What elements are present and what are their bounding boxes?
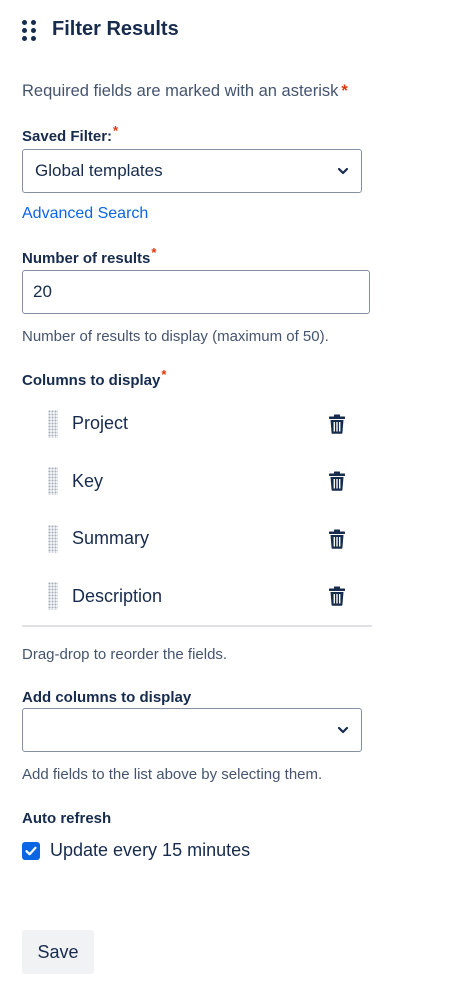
drag-handle-icon[interactable] [48,409,58,438]
panel-header: Filter Results [22,18,179,41]
column-item-summary[interactable]: Summary [22,510,372,568]
column-item-description[interactable]: Description [22,568,372,626]
columns-list: Project Key Summary Description [22,395,372,625]
drag-grip-icon[interactable] [22,19,36,41]
saved-filter-value: Global templates [35,161,163,180]
saved-filter-select[interactable]: Global templates [22,149,362,193]
saved-filter-label-text: Saved Filter: [22,128,113,145]
trash-icon[interactable] [328,586,346,607]
number-of-results-label-text: Number of results [22,250,151,267]
column-item-project[interactable]: Project [22,395,372,453]
column-name: Project [72,413,129,434]
column-name: Summary [72,528,150,549]
save-button[interactable]: Save [22,930,94,974]
required-asterisk: * [113,123,119,138]
auto-refresh-checkbox[interactable] [22,841,40,860]
drag-handle-icon[interactable] [48,467,58,496]
auto-refresh-option: Update every 15 minutes [22,840,250,861]
auto-refresh-label: Auto refresh [22,810,112,827]
checkmark-icon [25,846,37,855]
trash-icon[interactable] [328,414,346,434]
add-columns-select[interactable] [22,708,362,752]
required-note-text: Required fields are marked with an aster… [22,82,339,100]
chevron-down-icon [337,726,349,734]
add-columns-help: Add fields to the list above by selectin… [22,766,323,783]
number-of-results-input[interactable] [22,270,370,314]
saved-filter-label: Saved Filter:* [22,123,118,145]
add-columns-label: Add columns to display [22,689,192,706]
required-asterisk: * [151,245,157,260]
drag-handle-icon[interactable] [48,524,58,553]
divider [22,625,372,627]
column-item-key[interactable]: Key [22,453,372,511]
required-asterisk: * [341,82,348,100]
drag-handle-icon[interactable] [48,582,58,611]
chevron-down-icon [337,167,349,175]
trash-icon[interactable] [328,471,346,492]
panel-title: Filter Results [52,18,179,40]
trash-icon[interactable] [328,529,346,549]
required-fields-note: Required fields are marked with an aster… [22,82,348,101]
required-asterisk: * [161,367,167,382]
column-name: Description [72,585,163,606]
column-name: Key [72,470,104,491]
auto-refresh-checkbox-label[interactable]: Update every 15 minutes [50,840,250,861]
columns-label-text: Columns to display [22,372,161,389]
number-of-results-help: Number of results to display (maximum of… [22,328,329,345]
columns-help: Drag-drop to reorder the fields. [22,646,228,663]
number-of-results-label: Number of results* [22,245,156,267]
advanced-search-link[interactable]: Advanced Search [22,205,148,223]
columns-to-display-label: Columns to display* [22,367,166,389]
